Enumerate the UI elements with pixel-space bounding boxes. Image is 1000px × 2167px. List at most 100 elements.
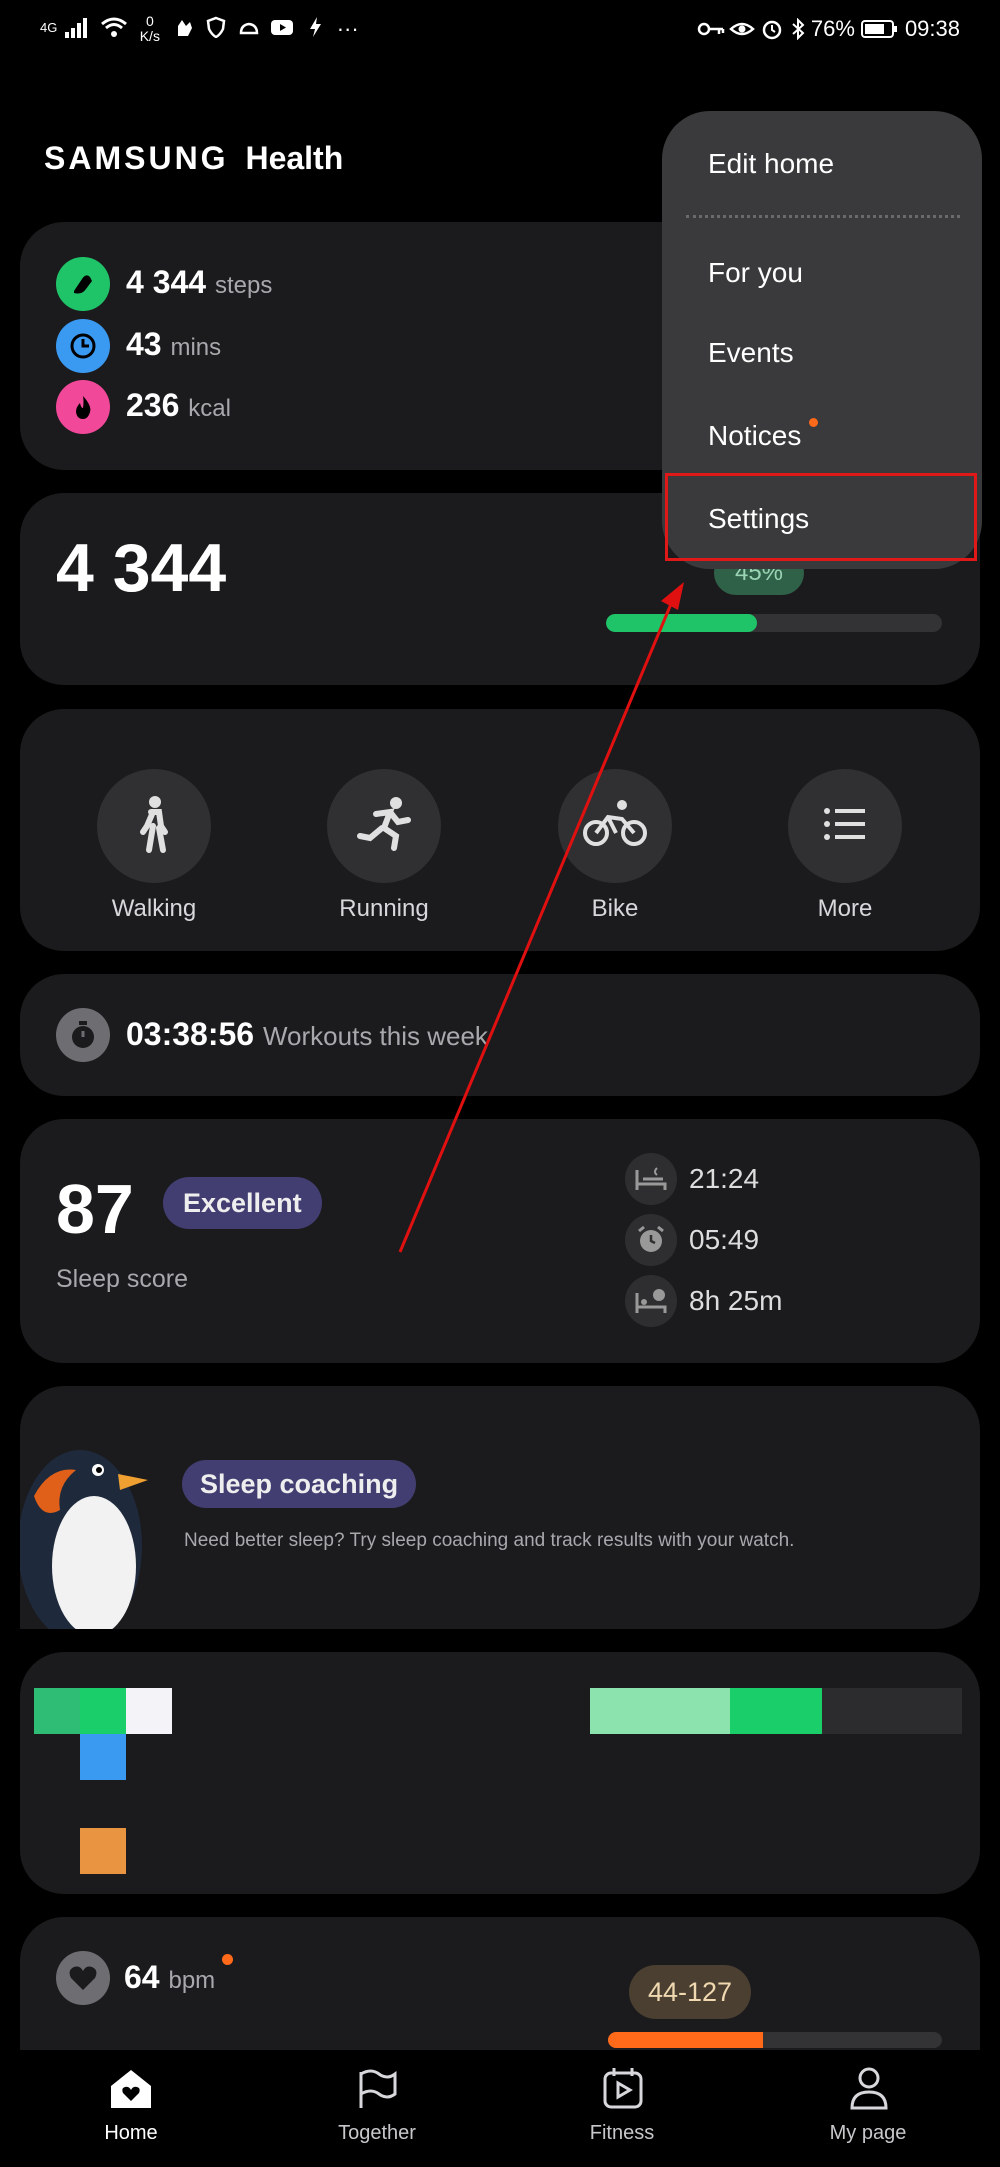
nav-together-label: Together — [338, 2122, 416, 2144]
app-name: Health — [245, 140, 344, 176]
steps-unit: steps — [214, 272, 273, 299]
mins-unit: mins — [170, 334, 222, 361]
kcal-unit: kcal — [188, 395, 231, 422]
menu-notices[interactable]: Notices — [662, 418, 984, 452]
bike-icon — [582, 799, 648, 854]
bike-button[interactable] — [558, 769, 672, 883]
nav-mypage-label: My page — [829, 2122, 907, 2144]
running-label: Running — [339, 895, 429, 922]
stopwatch-icon — [56, 1008, 110, 1062]
sleep-score-value: 87 — [56, 1170, 134, 1248]
workout-label: Workouts this week — [262, 1021, 488, 1051]
battery-percent: 76% — [810, 16, 855, 41]
running-icon — [354, 794, 414, 859]
workout-time: 03:38:56 — [126, 1016, 255, 1052]
mins-summary: 43 mins — [126, 326, 221, 363]
menu-edit-home[interactable]: Edit home — [662, 148, 984, 180]
mins-value: 43 — [126, 326, 162, 362]
settings-highlight-box — [665, 473, 977, 561]
water-indicator — [80, 1734, 126, 1780]
sleep-rating-badge: Excellent — [163, 1177, 322, 1229]
hand-icon — [174, 16, 196, 44]
clock-time: 09:38 — [904, 16, 960, 41]
heart-range-fill — [608, 2032, 763, 2048]
eye-icon — [729, 18, 757, 40]
more-label: More — [817, 895, 873, 922]
steps-summary: 4 344 steps — [126, 264, 272, 301]
bluetooth-icon — [789, 17, 809, 41]
status-left: 4G 0 K/s ··· — [40, 13, 359, 46]
bedtime-icon — [625, 1153, 677, 1205]
workouts-summary: 03:38:56 Workouts this week — [126, 1016, 488, 1053]
speed-unit: K/s — [139, 28, 160, 44]
heart-rate-value: 64 — [124, 1959, 160, 1995]
menu-events[interactable]: Events — [662, 337, 984, 369]
penguin-illustration — [20, 1436, 160, 1629]
nav-home-label: Home — [104, 2122, 158, 2144]
heart-rate-unit: bpm — [168, 1967, 216, 1994]
heart-range-badge: 44-127 — [629, 1965, 751, 2019]
flag-icon — [357, 2068, 399, 2115]
walking-button[interactable] — [97, 769, 211, 883]
steps-icon — [56, 257, 110, 311]
network-type: 4G — [40, 20, 58, 35]
brand-logo: SAMSUNG — [44, 140, 229, 176]
bike-label: Bike — [591, 895, 639, 922]
notices-notification-dot — [809, 418, 819, 427]
key-icon — [697, 18, 725, 40]
alarm-clock-icon — [625, 1214, 677, 1266]
activities-card: Walking Running Bike More — [20, 709, 980, 951]
menu-notices-label: Notices — [708, 420, 802, 451]
intake-bar-remaining — [822, 1688, 962, 1734]
clock-icon — [56, 319, 110, 373]
steps-count: 4 344 — [56, 530, 227, 606]
sleep-duration-value: 8h 25m — [689, 1285, 783, 1316]
cloud-icon — [238, 16, 260, 44]
walking-icon — [129, 794, 179, 859]
nutrition-card[interactable] — [20, 1652, 980, 1894]
intake-bar-mid — [730, 1688, 822, 1734]
walking-label: Walking — [111, 895, 197, 922]
heart-icon — [56, 1951, 110, 2005]
heart-range-bar — [608, 2032, 942, 2048]
nav-fitness-label: Fitness — [589, 2122, 655, 2144]
wake-value: 05:49 — [689, 1224, 760, 1255]
more-notifications: ··· — [336, 16, 359, 41]
steps-value: 4 344 — [126, 264, 207, 300]
fitness-icon — [602, 2066, 644, 2115]
heart-rate-summary: 64 bpm — [124, 1959, 215, 1996]
list-icon — [823, 807, 867, 846]
food-bar-segment-3 — [126, 1688, 172, 1734]
intake-bar-light — [590, 1688, 730, 1734]
flash-icon — [307, 16, 325, 44]
sleep-coaching-card[interactable]: Sleep coaching Need better sleep? Try sl… — [20, 1386, 980, 1629]
coaching-description: Need better sleep? Try sleep coaching an… — [184, 1530, 795, 1551]
person-icon — [849, 2066, 889, 2115]
speed-value: 0 — [145, 13, 154, 29]
bedtime-value: 21:24 — [689, 1163, 760, 1194]
youtube-icon — [270, 16, 296, 44]
workouts-card[interactable]: 03:38:56 Workouts this week — [20, 974, 980, 1096]
kcal-summary: 236 kcal — [126, 387, 231, 424]
kcal-value: 236 — [126, 387, 180, 423]
food-bar-segment-2 — [80, 1688, 126, 1734]
menu-for-you[interactable]: For you — [662, 257, 984, 289]
alarm-icon — [761, 18, 785, 40]
food-bar-segment-1 — [34, 1688, 80, 1734]
sleep-card[interactable]: 87 Excellent Sleep score 21:24 05:49 8h … — [20, 1119, 980, 1363]
steps-progress-fill — [606, 614, 758, 632]
heart-notification-dot — [222, 1954, 233, 1965]
battery-icon — [860, 18, 899, 40]
steps-progress-bar — [606, 614, 942, 632]
weight-indicator — [80, 1828, 126, 1874]
app-header: SAMSUNG Health — [44, 140, 343, 177]
coaching-title-badge: Sleep coaching — [182, 1460, 417, 1508]
shield-icon — [206, 16, 228, 44]
sleep-score-label: Sleep score — [56, 1265, 189, 1293]
running-button[interactable] — [327, 769, 441, 883]
more-button[interactable] — [788, 769, 902, 883]
bottom-navigation: Home Together Fitness My page — [0, 2050, 1000, 2167]
wifi-icon — [100, 16, 128, 38]
signal-icon — [63, 16, 89, 38]
sleep-duration-icon — [625, 1275, 677, 1327]
